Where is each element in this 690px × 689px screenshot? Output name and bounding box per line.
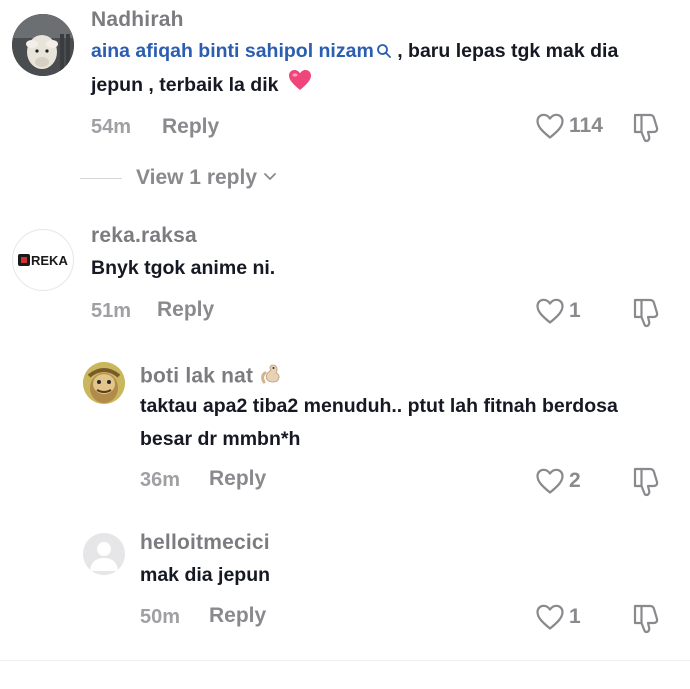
heart-outline-icon (536, 604, 564, 630)
default-avatar-icon (83, 533, 125, 575)
thumbs-down-outline-icon (633, 113, 659, 143)
comment-time: 54m (91, 116, 132, 138)
dislike-button[interactable] (631, 296, 661, 333)
view-replies-button[interactable]: View 1 reply (80, 166, 277, 190)
bottom-divider (0, 660, 690, 661)
avatar[interactable] (12, 14, 74, 76)
avatar[interactable]: REKA (12, 229, 74, 291)
reply-time: 36m (140, 469, 181, 491)
comment-time: 51m (91, 300, 132, 322)
comment-text-line2-wrap: jepun , terbaik la dik (91, 68, 312, 103)
pink-heart-emoji (288, 68, 312, 103)
reply-button[interactable]: Reply (157, 298, 214, 322)
reply-username-text: boti lak nat (140, 364, 254, 388)
mention-link[interactable]: aina afiqah binti sahipol nizam (91, 40, 374, 62)
thumbs-down-outline-icon (633, 298, 659, 328)
avatar-logo-text: REKA (31, 253, 68, 268)
comment-text-line2: jepun , terbaik la dik (91, 74, 279, 96)
thumbs-down-outline-icon (633, 467, 659, 497)
reply-button[interactable]: Reply (209, 604, 266, 628)
heart-outline-icon (536, 468, 564, 494)
chevron-down-icon (263, 169, 277, 187)
like-button[interactable]: 1 (535, 603, 581, 631)
dislike-button[interactable] (631, 602, 661, 639)
like-count: 1 (569, 299, 581, 322)
reply-button[interactable]: Reply (162, 115, 219, 139)
view-replies-label: View 1 reply (136, 166, 258, 189)
comment-username[interactable]: reka.raksa (91, 224, 197, 248)
comment-text: Bnyk tgok anime ni. (91, 257, 276, 279)
dislike-button[interactable] (631, 465, 661, 502)
thumbs-down-outline-icon (633, 604, 659, 634)
view-replies-divider (80, 177, 122, 179)
reply-text: mak dia jepun (140, 564, 271, 586)
reply-username[interactable]: helloitmecici (140, 531, 270, 555)
dislike-button[interactable] (631, 111, 661, 148)
heart-outline-icon (536, 113, 564, 139)
reply-username[interactable]: boti lak nat (140, 362, 283, 392)
comment-text: aina afiqah binti sahipol nizam , baru l… (91, 34, 618, 71)
reply-text-line1: taktau apa2 tiba2 menuduh.. ptut lah fit… (140, 395, 618, 417)
heart-outline-icon (536, 298, 564, 324)
search-icon[interactable] (376, 36, 392, 71)
reply-text-line2: besar dr mmbn*h (140, 428, 301, 450)
like-button[interactable]: 114 (535, 112, 603, 140)
like-button[interactable]: 1 (535, 297, 581, 325)
reply-time: 50m (140, 606, 181, 628)
avatar[interactable] (83, 362, 125, 404)
like-button[interactable]: 2 (535, 467, 581, 495)
like-count: 1 (569, 605, 581, 628)
squirrel-emoji (259, 362, 283, 392)
like-count: 114 (569, 114, 603, 137)
comment-username[interactable]: Nadhirah (91, 8, 184, 32)
comment-text-line1: , baru lepas tgk mak dia (397, 40, 619, 62)
like-count: 2 (569, 469, 581, 492)
reply-button[interactable]: Reply (209, 467, 266, 491)
avatar[interactable] (83, 533, 125, 575)
